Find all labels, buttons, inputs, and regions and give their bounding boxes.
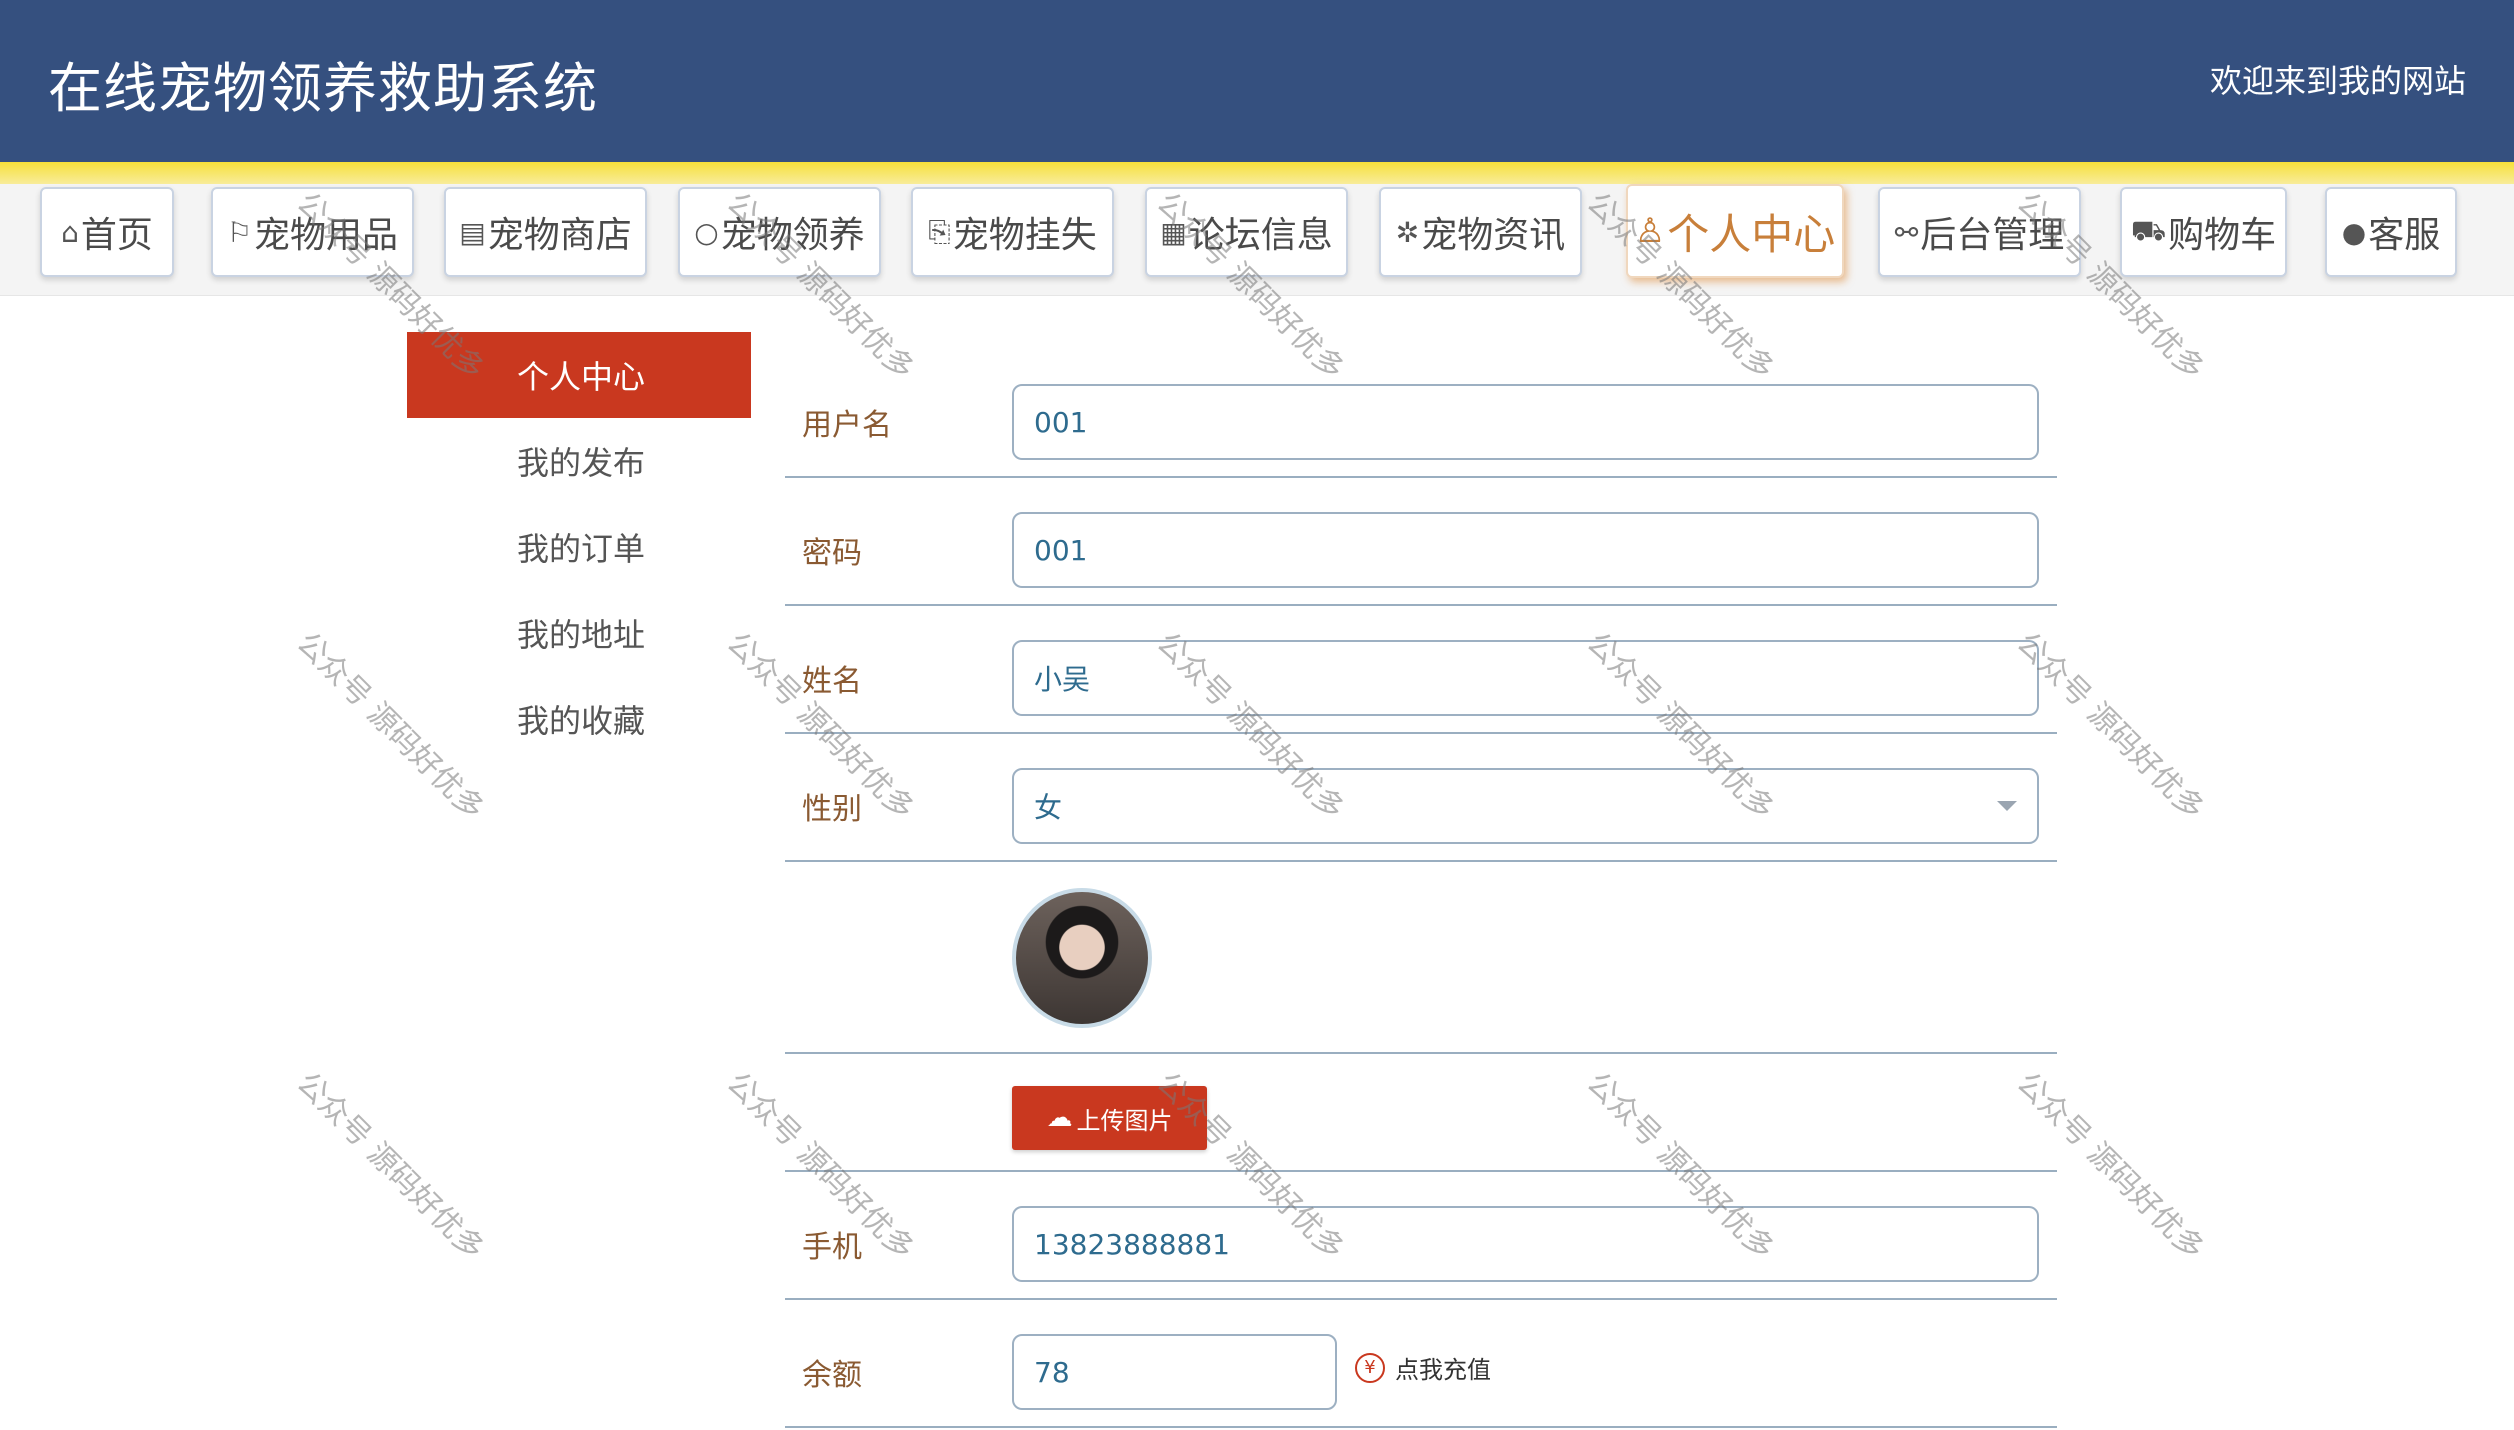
home-icon: ⌂	[61, 215, 79, 249]
nav-label: 个人中心	[1667, 209, 1836, 259]
password-label: 密码	[802, 536, 862, 571]
recharge-link[interactable]: ¥ 点我充值	[1355, 1350, 1491, 1385]
accent-strip	[0, 162, 2514, 184]
sidebar-item-my-posts[interactable]: 我的发布	[407, 418, 751, 504]
nav-pet-adoption[interactable]: ○ 宠物领养	[678, 187, 881, 277]
nav-label: 宠物商店	[487, 215, 632, 256]
phone-label: 手机	[802, 1230, 862, 1265]
cloud-upload-icon: ☁	[1046, 1103, 1073, 1133]
form-row-balance: 余额 78 ¥ 点我充值	[785, 1300, 2057, 1428]
balance-label: 余额	[802, 1358, 862, 1393]
chat-icon: ●	[2341, 215, 2367, 249]
nav-forum[interactable]: ▦ 论坛信息	[1145, 187, 1348, 277]
nav-pet-news[interactable]: ✲ 宠物资讯	[1379, 187, 1582, 277]
form-row-username: 用户名 001	[785, 356, 2057, 478]
form-row-name: 姓名 小吴	[785, 606, 2057, 734]
form-row-phone: 手机 13823888881	[785, 1172, 2057, 1300]
yuan-icon: ¥	[1355, 1352, 1385, 1383]
grid-icon: ▦	[1160, 215, 1187, 249]
profile-form: 用户名 001 密码 001 姓名 小吴 性别 女 ☁ 上传图片 手机 1382…	[785, 356, 2057, 1428]
page: 在线宠物领养救助系统 欢迎来到我的网站 ⌂ 首页 ⚐ 宠物用品 ▤ 宠物商店 ○…	[0, 0, 2514, 1430]
main-nav: ⌂ 首页 ⚐ 宠物用品 ▤ 宠物商店 ○ 宠物领养 ⎘ 宠物挂失 ▦ 论坛信息 …	[0, 184, 2514, 296]
form-row-gender: 性别 女	[785, 734, 2057, 862]
nav-label: 论坛信息	[1188, 215, 1333, 256]
user-icon: ♙	[1634, 211, 1666, 251]
upload-image-button[interactable]: ☁ 上传图片	[1012, 1086, 1207, 1150]
gender-select[interactable]: 女	[1012, 768, 2039, 844]
site-title: 在线宠物领养救助系统	[48, 57, 598, 120]
nav-label: 客服	[2368, 215, 2441, 256]
site-header: 在线宠物领养救助系统 欢迎来到我的网站	[0, 0, 2514, 162]
watermark: 公众号 源码好优多	[289, 1065, 491, 1267]
flag-icon: ⚐	[226, 215, 253, 249]
password-field[interactable]: 001	[1012, 512, 2039, 588]
nav-pet-lost[interactable]: ⎘ 宠物挂失	[911, 187, 1114, 277]
nav-label: 宠物资讯	[1421, 215, 1566, 256]
sidebar-item-my-favorites[interactable]: 我的收藏	[407, 676, 751, 762]
nav-admin[interactable]: ⚯ 后台管理	[1878, 187, 2081, 277]
nav-pet-store[interactable]: ▤ 宠物商店	[444, 187, 647, 277]
nav-customer-service[interactable]: ● 客服	[2325, 187, 2457, 277]
username-label: 用户名	[802, 408, 892, 443]
form-row-avatar	[785, 862, 2057, 1054]
balance-field[interactable]: 78	[1012, 1334, 1337, 1410]
nav-label: 首页	[80, 215, 153, 256]
name-field[interactable]: 小吴	[1012, 640, 2039, 716]
gender-value: 女	[1034, 791, 1063, 824]
sidebar: 个人中心 我的发布 我的订单 我的地址 我的收藏	[407, 332, 751, 762]
avatar	[1012, 888, 1152, 1028]
store-icon: ▤	[459, 215, 486, 249]
link-icon: ⚯	[1894, 215, 1919, 249]
nav-label: 购物车	[2168, 215, 2277, 256]
name-label: 姓名	[802, 664, 862, 699]
username-field[interactable]: 001	[1012, 384, 2039, 460]
circle-icon: ○	[694, 215, 719, 249]
nav-label: 后台管理	[1920, 215, 2065, 256]
upload-label: 上传图片	[1076, 1106, 1173, 1135]
nav-home[interactable]: ⌂ 首页	[40, 187, 174, 277]
form-row-upload: ☁ 上传图片	[785, 1054, 2057, 1172]
nav-label: 宠物挂失	[952, 215, 1097, 256]
welcome-text: 欢迎来到我的网站	[2209, 62, 2466, 100]
phone-field[interactable]: 13823888881	[1012, 1206, 2039, 1282]
nav-label: 宠物领养	[720, 215, 865, 256]
sidebar-item-my-address[interactable]: 我的地址	[407, 590, 751, 676]
nav-personal-center[interactable]: ♙ 个人中心	[1626, 184, 1844, 278]
gender-label: 性别	[802, 792, 862, 827]
cart-icon: ⛟	[2130, 213, 2167, 247]
recharge-label: 点我充值	[1395, 1356, 1491, 1384]
nav-label: 宠物用品	[254, 215, 399, 256]
news-icon: ✲	[1395, 215, 1420, 249]
chevron-down-icon	[1997, 801, 2017, 811]
book-icon: ⎘	[928, 215, 951, 248]
sidebar-item-personal-center[interactable]: 个人中心	[407, 332, 751, 418]
sidebar-item-my-orders[interactable]: 我的订单	[407, 504, 751, 590]
nav-cart[interactable]: ⛟ 购物车	[2120, 187, 2287, 277]
form-row-password: 密码 001	[785, 478, 2057, 606]
nav-pet-supplies[interactable]: ⚐ 宠物用品	[211, 187, 414, 277]
